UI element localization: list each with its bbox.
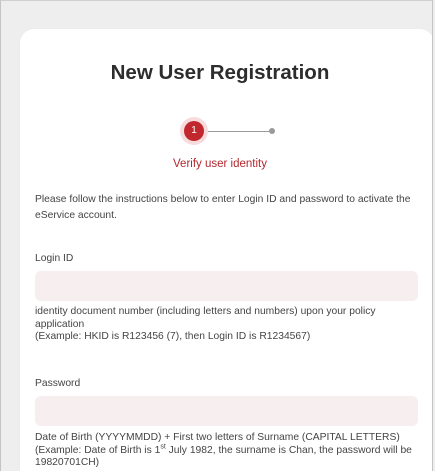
login-id-label: Login ID (35, 253, 74, 264)
password-help-line2: (Example: Date of Birth is 1st July 1982… (35, 443, 420, 470)
registration-card: New User Registration 1 Verify user iden… (20, 29, 432, 471)
password-help-line2-start: (Example: Date of Birth is 1 (35, 444, 161, 456)
login-id-input[interactable] (35, 271, 418, 301)
password-input[interactable] (35, 396, 418, 426)
next-step-dot (269, 128, 275, 134)
login-id-help: identity document number (including lett… (35, 306, 420, 344)
page-title: New User Registration (110, 61, 330, 84)
progress-stepper: 1 (180, 117, 280, 145)
page-frame: New User Registration 1 Verify user iden… (0, 0, 433, 471)
step-caption: Verify user identity (173, 158, 267, 170)
password-help: Date of Birth (YYYYMMDD) + First two let… (35, 432, 420, 470)
login-id-help-line1: identity document number (including lett… (35, 306, 376, 330)
step-connector-line (208, 130, 272, 132)
password-help-line1: Date of Birth (YYYYMMDD) + First two let… (35, 432, 400, 443)
login-id-help-line2: (Example: HKID is R123456 (7), then Logi… (35, 331, 311, 342)
instructions-text: Please follow the instructions below to … (35, 194, 411, 221)
current-step-indicator: 1 (180, 117, 208, 145)
step-number: 1 (184, 121, 204, 141)
password-label: Password (35, 378, 81, 389)
